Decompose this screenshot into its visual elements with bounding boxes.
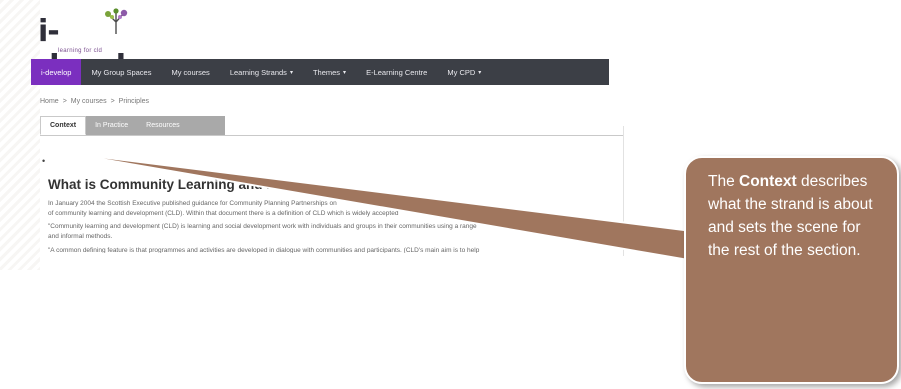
callout-text-prefix: The <box>708 173 740 190</box>
callout-box: The Context describes what the strand is… <box>684 156 899 384</box>
callout-text: The Context describes what the strand is… <box>708 170 883 262</box>
callout-bold-word: Context <box>739 173 797 190</box>
